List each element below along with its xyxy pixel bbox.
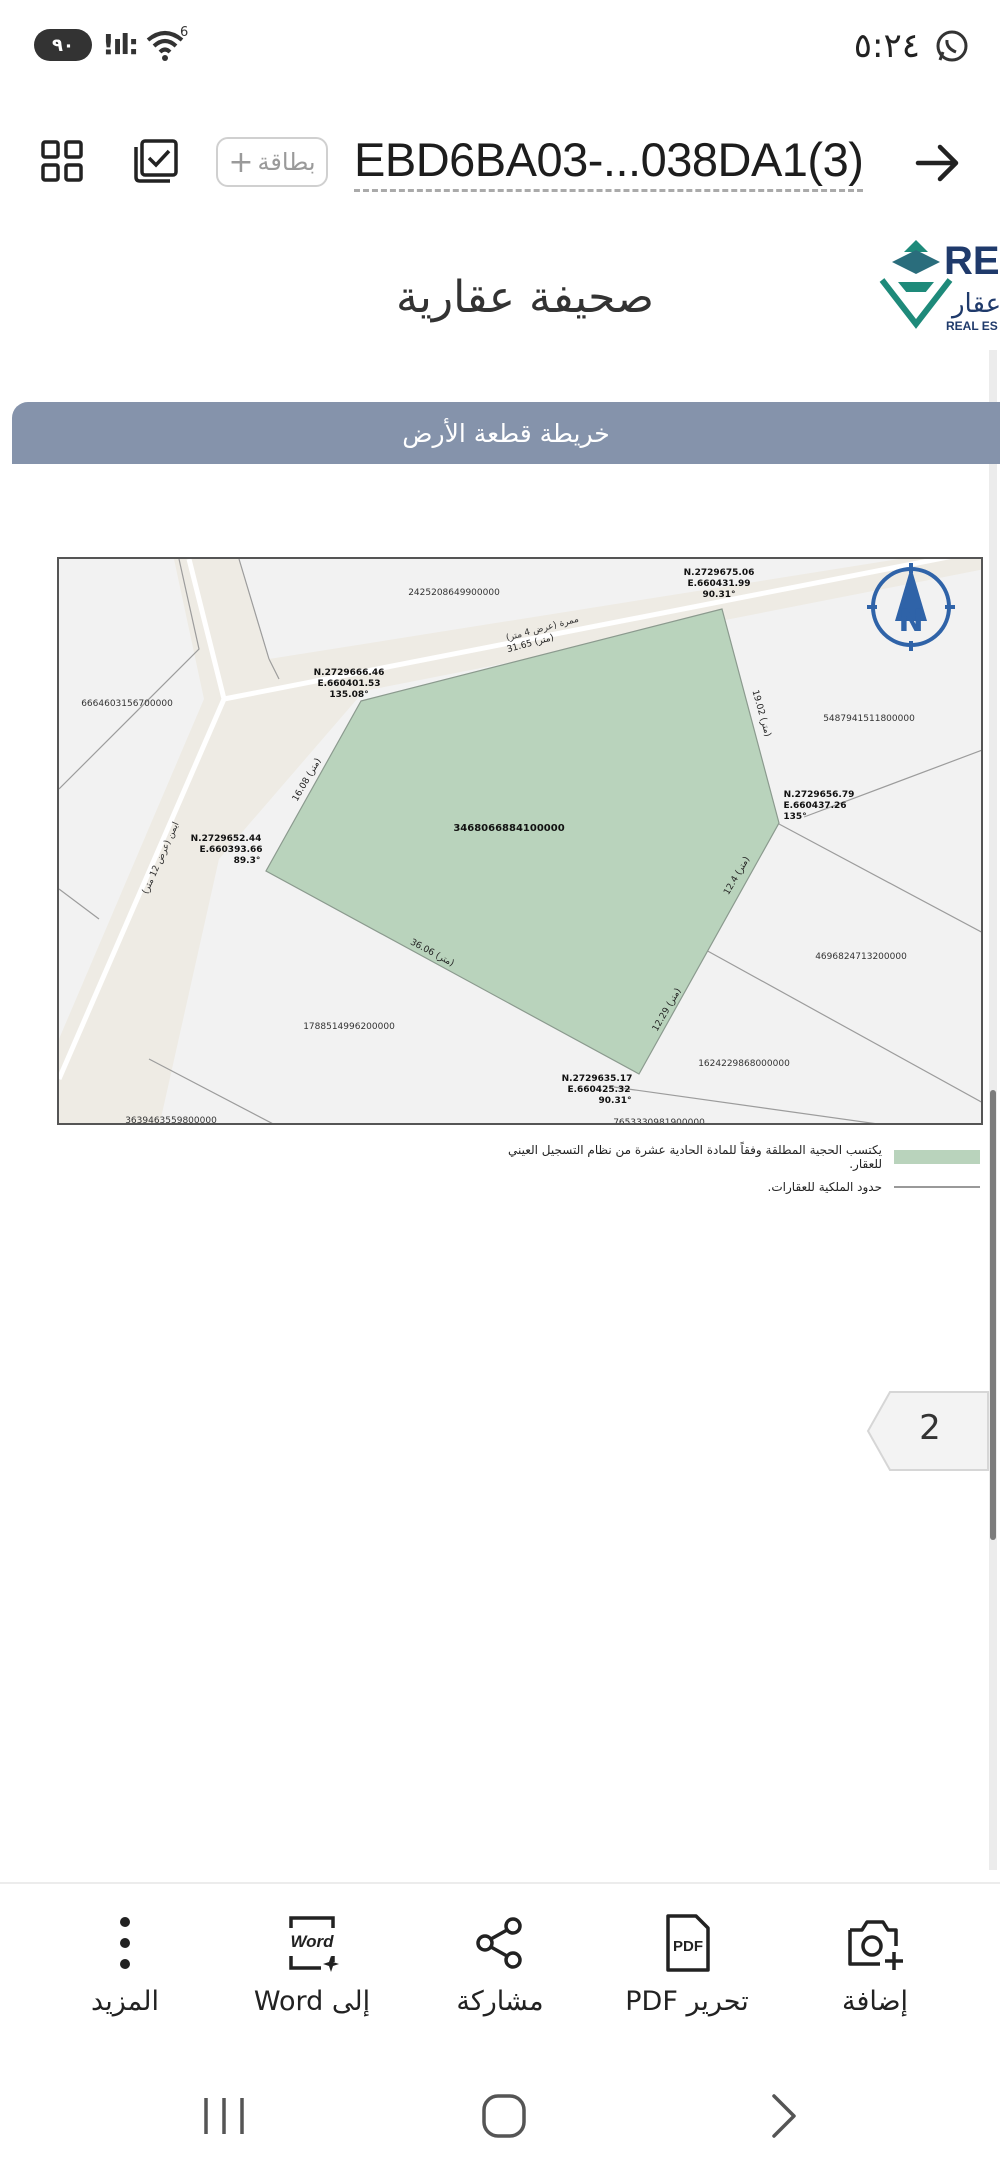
word-icon-text: Word xyxy=(290,1932,334,1951)
point-northing: N.2729652.44 xyxy=(191,834,262,844)
land-map[interactable]: N 3468066884100000 2425208649900000 6664… xyxy=(57,557,983,1125)
point-angle: 89.3° xyxy=(234,856,261,866)
grid-view-icon[interactable] xyxy=(38,137,86,185)
neighbor-id: 1624229868000000 xyxy=(698,1059,790,1069)
neighbor-id: 5487941511800000 xyxy=(823,714,915,724)
edit-pdf-button[interactable]: PDF تحرير PDF xyxy=(612,1912,762,2017)
network-badge: 6 xyxy=(180,25,188,40)
add-button[interactable]: إضافة xyxy=(800,1912,950,2017)
whatsapp-icon xyxy=(936,30,968,62)
legend-text: يكتسب الحجية المطلقة وفقاً للمادة الحادي… xyxy=(507,1143,882,1171)
edit-pdf-label: تحرير PDF xyxy=(625,1986,749,2017)
system-nav-bar xyxy=(0,2058,1000,2166)
add-label: إضافة xyxy=(841,1986,909,2017)
pdf-icon-text: PDF xyxy=(673,1938,703,1955)
add-card-button[interactable]: + بطاقة xyxy=(216,137,328,187)
real-estate-logo: RE عقار REAL ES xyxy=(879,239,1000,333)
neighbor-id: 2425208649900000 xyxy=(408,588,500,598)
neighbor-id: 7653330981900000 xyxy=(613,1118,705,1125)
point-angle: 135° xyxy=(783,812,806,822)
point-northing: N.2729635.17 xyxy=(562,1074,633,1084)
more-button[interactable]: المزيد xyxy=(50,1912,200,2017)
legend-swatch-parcel xyxy=(894,1150,980,1164)
logo-text-top: RE xyxy=(944,239,1000,283)
point-easting: E.660431.99 xyxy=(687,579,750,589)
point-angle: 90.31° xyxy=(703,590,736,600)
compass-letter: N xyxy=(898,604,923,639)
document-toolbar: + بطاقة EBD6BA03-...038DA1(3) xyxy=(0,125,1000,205)
share-button[interactable]: مشاركة xyxy=(425,1912,575,2017)
legend-item: يكتسب الحجية المطلقة وفقاً للمادة الحادي… xyxy=(500,1142,980,1172)
bottom-toolbar: إضافة PDF تحرير PDF مشاركة Word إلى Word xyxy=(0,1882,1000,2057)
legend-item: حدود الملكية للعقارات. xyxy=(500,1172,980,1202)
page-number: 2 xyxy=(919,1408,941,1448)
home-icon[interactable] xyxy=(476,2088,532,2144)
battery-level: ٩٠ xyxy=(52,34,74,56)
document-viewer[interactable]: RE عقار REAL ES صحيفة عقارية خريطة قطعة … xyxy=(0,220,1000,1880)
back-icon[interactable] xyxy=(756,2088,812,2144)
add-camera-icon xyxy=(848,1920,903,1970)
back-arrow-icon[interactable] xyxy=(912,137,964,189)
page-title: صحيفة عقارية xyxy=(396,272,654,323)
more-label: المزيد xyxy=(91,1986,159,2017)
point-angle: 90.31° xyxy=(599,1096,632,1106)
point-northing: N.2729656.79 xyxy=(784,790,855,800)
scrollbar[interactable] xyxy=(990,1090,996,1540)
logo-text-mid: عقار xyxy=(950,289,1000,319)
signal-icon: !ıl: xyxy=(102,28,139,61)
to-word-label: إلى Word xyxy=(253,1986,371,2017)
add-card-label: بطاقة xyxy=(257,148,316,176)
map-legend: يكتسب الحجية المطلقة وفقاً للمادة الحادي… xyxy=(500,1142,980,1202)
map-canvas: N 3468066884100000 2425208649900000 6664… xyxy=(59,559,981,1125)
parcel-id: 3468066884100000 xyxy=(453,823,564,834)
point-easting: E.660425.32 xyxy=(567,1085,630,1095)
status-time: ٥:٢٤ xyxy=(853,26,920,66)
share-label: مشاركة xyxy=(456,1986,544,2017)
share-icon xyxy=(476,1917,522,1969)
neighbor-id: 6664603156700000 xyxy=(81,699,173,709)
battery-icon: ٩٠ xyxy=(34,29,92,61)
point-northing: N.2729666.46 xyxy=(314,668,385,678)
plus-icon: + xyxy=(228,144,254,180)
neighbor-id: 1788514996200000 xyxy=(303,1022,395,1032)
select-check-icon[interactable] xyxy=(132,137,180,185)
legend-text: حدود الملكية للعقارات. xyxy=(767,1180,882,1194)
document-title[interactable]: EBD6BA03-...038DA1(3) xyxy=(354,131,864,192)
legend-swatch-boundary xyxy=(894,1186,980,1188)
more-icon xyxy=(120,1917,130,1969)
clock: ٥:٢٤ xyxy=(854,26,970,66)
section-header: خريطة قطعة الأرض xyxy=(12,402,1000,464)
point-angle: 135.08° xyxy=(329,690,368,700)
wifi-icon: 6 xyxy=(146,25,188,61)
recent-apps-icon[interactable] xyxy=(196,2088,252,2144)
logo-text-bottom: REAL ES xyxy=(946,319,998,333)
section-title: خريطة قطعة الأرض xyxy=(402,418,610,448)
word-convert-icon: Word xyxy=(289,1916,339,1972)
pdf-edit-icon: PDF xyxy=(666,1914,710,1972)
point-easting: E.660393.66 xyxy=(199,845,262,855)
point-easting: E.660437.26 xyxy=(783,801,846,811)
signal-indicator: !ıl: xyxy=(102,28,139,61)
point-easting: E.660401.53 xyxy=(317,679,380,689)
point-northing: N.2729675.06 xyxy=(684,568,755,578)
status-bar: ٩٠ !ıl: 6 ٥:٢٤ xyxy=(0,0,1000,90)
to-word-button[interactable]: Word إلى Word xyxy=(237,1912,387,2017)
neighbor-id: 3639463559800000 xyxy=(125,1116,217,1125)
neighbor-id: 4696824713200000 xyxy=(815,952,907,962)
